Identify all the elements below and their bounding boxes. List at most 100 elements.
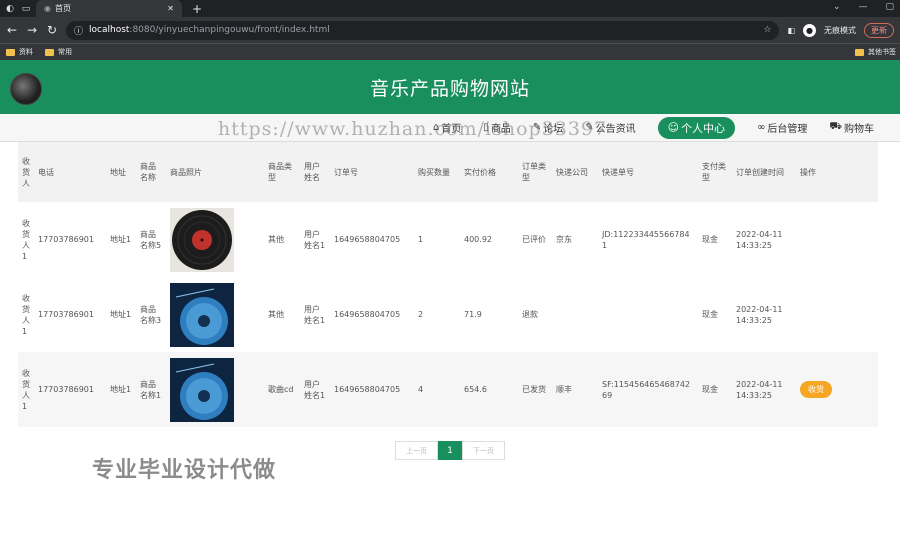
cell-created: 2022-04-11 14:33:25 <box>732 352 796 427</box>
new-tab-button[interactable]: + <box>192 2 202 16</box>
info-icon[interactable]: ⓘ <box>74 24 83 37</box>
col-header: 订单创建时间 <box>732 142 796 202</box>
cell-type: 歌曲cd <box>264 352 300 427</box>
url-input[interactable]: ⓘ localhost:8080/yinyuechanpingouwu/fron… <box>66 20 780 40</box>
nav-home[interactable]: ⌂ 首页 <box>433 120 461 135</box>
nav-profile[interactable]: ☺ 个人中心 <box>657 116 736 139</box>
cell-price: 654.6 <box>460 352 518 427</box>
browser-tab[interactable]: ◉ 首页 ✕ <box>36 0 182 17</box>
folder-icon <box>45 48 54 56</box>
other-bookmarks[interactable]: 其他书签 <box>855 47 896 57</box>
cell-created: 2022-04-11 14:33:25 <box>736 304 783 325</box>
product-image[interactable] <box>170 282 234 347</box>
orders-table: 收货人 电话 地址 商品名称 商品照片 商品类型 用户姓名 订单号 购买数量 实… <box>18 142 878 427</box>
cell-receiver: 收货人1 <box>18 352 34 427</box>
nav-forum[interactable]: ✎ 论坛 <box>533 120 563 135</box>
site-header: 音乐产品购物网站 <box>0 60 900 114</box>
next-page-button[interactable]: 下一页 <box>461 441 505 460</box>
browser-menu-icon[interactable]: ◐ <box>4 3 16 15</box>
cell-created: 2022-04-11 14:33:25 <box>736 229 783 250</box>
star-icon[interactable]: ☆ <box>763 25 771 35</box>
col-header: 电话 <box>34 142 106 202</box>
cell-user: 用户姓名1 <box>300 352 330 427</box>
nav-news[interactable]: ✎ 公告资讯 <box>585 120 635 135</box>
cell-order-no: 1649658804705 <box>330 352 414 427</box>
prev-page-button[interactable]: 上一页 <box>395 441 439 460</box>
col-header: 用户姓名 <box>300 142 330 202</box>
col-header: 支付类型 <box>698 142 732 202</box>
folder-icon <box>855 48 864 56</box>
cell-phone: 17703786901 <box>38 235 94 244</box>
incognito-icon[interactable]: ● <box>803 23 816 37</box>
cell-receiver: 收货人1 <box>22 218 30 261</box>
cell-type: 其他 <box>268 310 284 319</box>
cell-express: 京东 <box>556 235 572 244</box>
col-header: 地址 <box>106 142 136 202</box>
product-image[interactable] <box>170 357 234 422</box>
cell-receiver: 收货人1 <box>22 293 30 336</box>
back-icon[interactable]: ← <box>6 23 18 37</box>
nav-cart[interactable]: ⛟ 购物车 <box>829 120 874 135</box>
cell-order-no: 1649658804705 <box>334 310 401 319</box>
orders-section: 收货人 电话 地址 商品名称 商品照片 商品类型 用户姓名 订单号 购买数量 实… <box>0 142 900 460</box>
cell-qty: 4 <box>414 352 460 427</box>
cell-photo <box>166 202 264 277</box>
col-header: 快递单号 <box>598 142 698 202</box>
grid-icon: ▯ <box>483 122 489 133</box>
cart-icon: ⛟ <box>829 121 842 132</box>
col-header: 快递公司 <box>552 142 598 202</box>
col-header: 操作 <box>796 142 878 202</box>
address-bar: ← → ↻ ⓘ localhost:8080/yinyuechanpingouw… <box>0 17 900 43</box>
forward-icon[interactable]: → <box>26 23 38 37</box>
nav-admin[interactable]: ∞ 后台管理 <box>757 120 807 135</box>
maximize-icon[interactable]: ▢ <box>885 2 894 12</box>
sidepanel-icon[interactable]: ◧ <box>787 26 795 35</box>
globe-icon: ◉ <box>44 4 51 13</box>
user-icon: ☺ <box>667 121 680 134</box>
folder-icon <box>6 48 15 56</box>
cell-price: 71.9 <box>464 310 482 319</box>
nav-products[interactable]: ▯ 商品 <box>483 120 511 135</box>
cell-address: 地址1 <box>106 352 136 427</box>
product-image[interactable] <box>170 207 234 272</box>
promo-overlay-text: 专业毕业设计代做 <box>92 458 277 483</box>
incognito-label: 无痕模式 <box>824 25 856 35</box>
cell-user: 用户姓名1 <box>304 304 326 325</box>
table-header-row: 收货人 电话 地址 商品名称 商品照片 商品类型 用户姓名 订单号 购买数量 实… <box>18 142 878 202</box>
chevron-down-icon[interactable]: ⌄ <box>833 2 841 12</box>
col-header: 商品类型 <box>264 142 300 202</box>
cell-photo <box>166 352 264 427</box>
col-header: 收货人 <box>18 142 34 202</box>
table-row: 收货人1 17703786901 地址1 商品名称1 歌曲cd 用户姓名1 16… <box>18 352 878 427</box>
cell-phone: 17703786901 <box>38 310 94 319</box>
cell-product: 商品名称5 <box>140 229 162 250</box>
close-tab-icon[interactable]: ✕ <box>167 4 174 13</box>
table-row: 收货人1 17703786901 地址1 商品名称5 其他 用户姓名1 1649… <box>18 202 878 277</box>
bookmark-folder[interactable]: 资料 <box>6 47 33 57</box>
logo <box>10 73 42 105</box>
cell-action <box>796 277 878 352</box>
page-number[interactable]: 1 <box>438 441 462 460</box>
confirm-receipt-button[interactable]: 收货 <box>800 381 832 398</box>
col-header: 购买数量 <box>414 142 460 202</box>
update-button[interactable]: 更新 <box>864 22 894 38</box>
cell-photo <box>166 277 264 352</box>
cell-express <box>552 277 598 352</box>
cell-price: 400.92 <box>464 235 492 244</box>
cell-address: 地址1 <box>110 235 132 244</box>
cell-express-no <box>598 277 698 352</box>
bookmark-folder[interactable]: 常用 <box>45 47 72 57</box>
cell-status: 已评价 <box>522 235 546 244</box>
cell-address: 地址1 <box>110 310 132 319</box>
minimize-icon[interactable]: — <box>858 2 867 12</box>
cell-order-no: 1649658804705 <box>334 235 401 244</box>
cell-phone: 17703786901 <box>34 352 106 427</box>
reload-icon[interactable]: ↻ <box>46 23 58 37</box>
cell-express-no: SF:11545646546874269 <box>598 352 698 427</box>
cell-pay: 现金 <box>702 310 718 319</box>
window-icon[interactable]: ▭ <box>20 3 32 15</box>
table-row: 收货人1 17703786901 地址1 商品名称3 其他 用户姓名1 1649… <box>18 277 878 352</box>
url-path: :8080/yinyuechanpingouwu/front/index.htm… <box>129 25 330 35</box>
home-icon: ⌂ <box>432 122 440 133</box>
col-header: 商品照片 <box>166 142 264 202</box>
